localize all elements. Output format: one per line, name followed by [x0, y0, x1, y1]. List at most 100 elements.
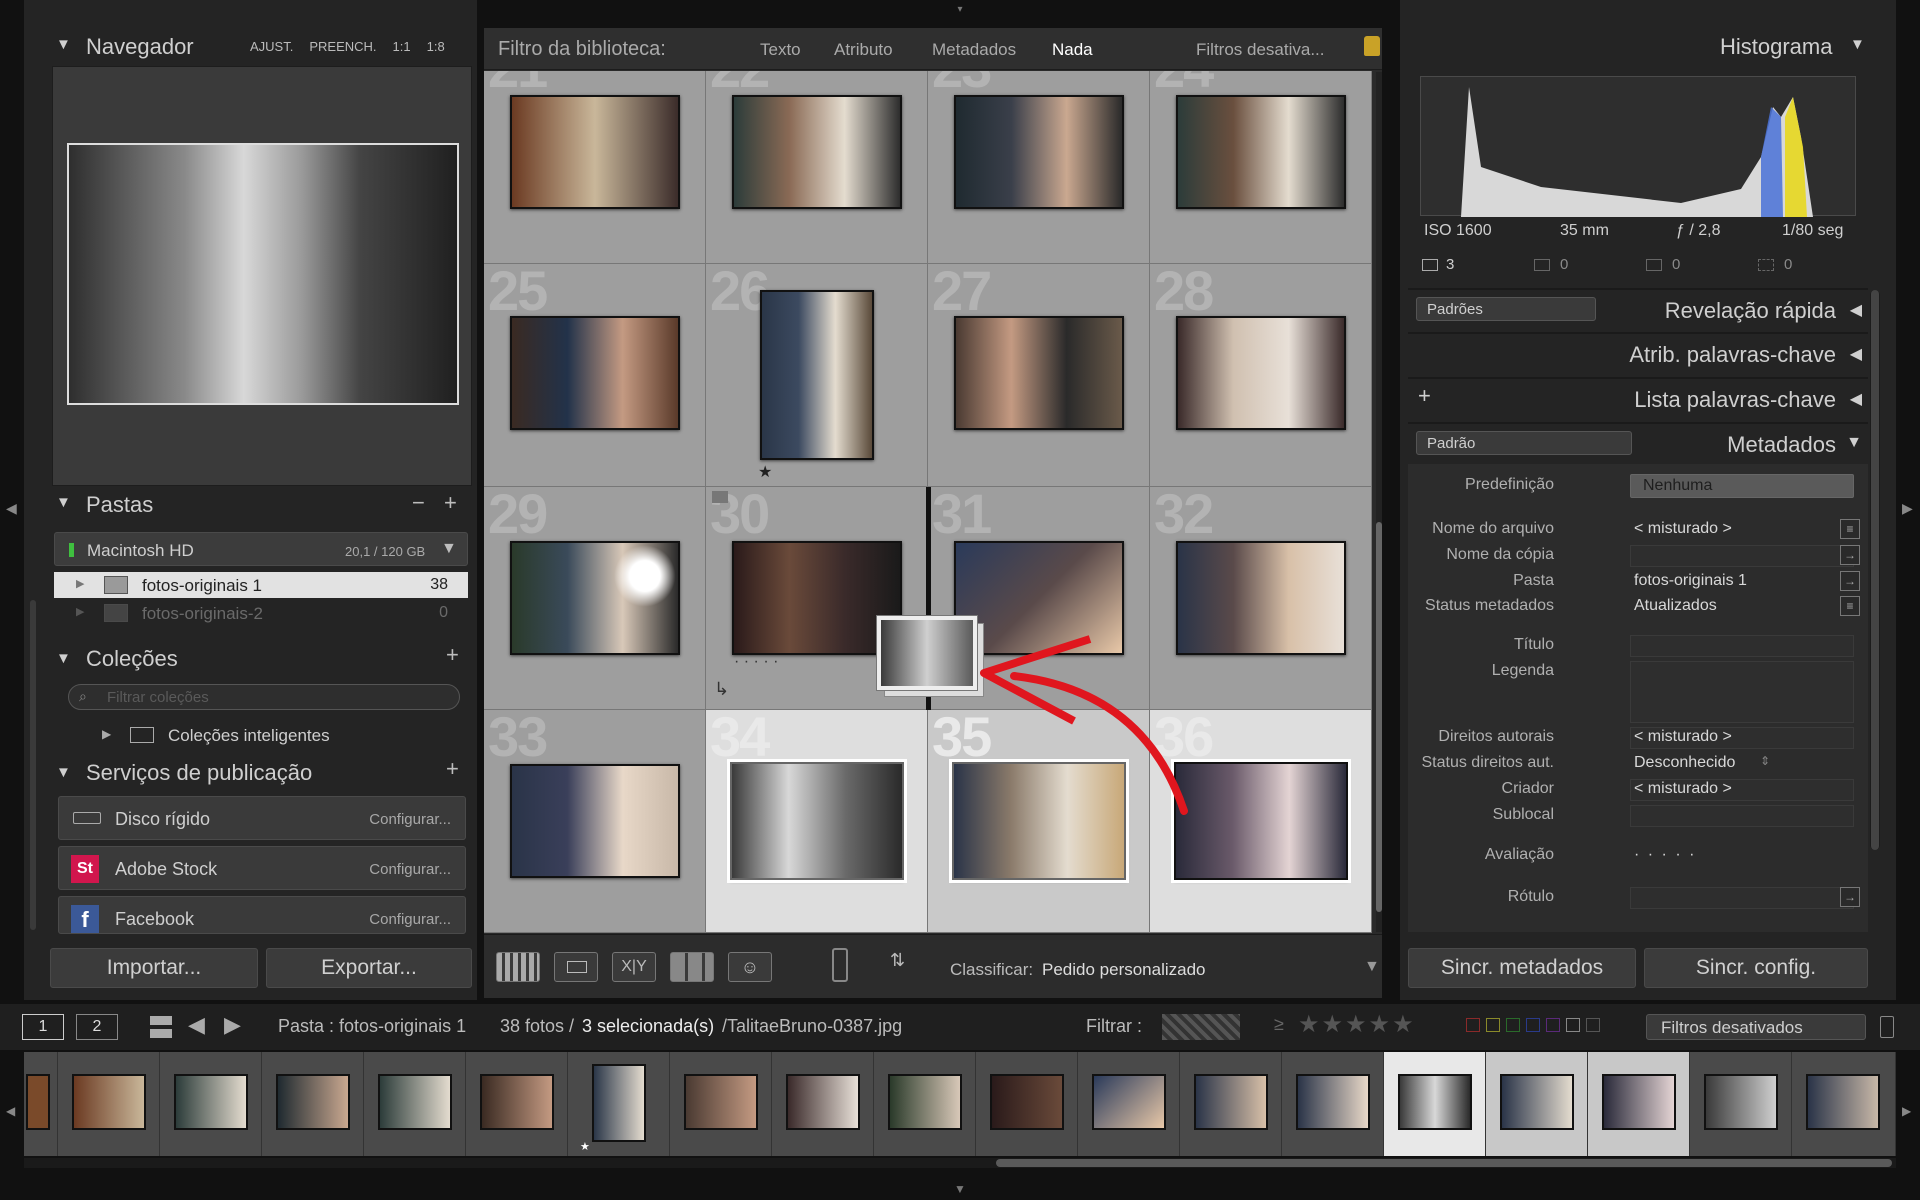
filmstrip-thumbnail[interactable]	[990, 1074, 1064, 1130]
publish-add-icon[interactable]: +	[446, 756, 459, 782]
publish-service-facebook[interactable]: f Facebook Configurar...	[58, 896, 466, 934]
color-label-filter-icons[interactable]	[1466, 1018, 1600, 1032]
right-panel-scrollbar[interactable]	[1870, 290, 1880, 850]
filmstrip-cell[interactable]	[262, 1052, 364, 1156]
caption-input[interactable]	[1630, 661, 1854, 723]
source-path[interactable]: Pasta : fotos-originais 1	[278, 1016, 466, 1037]
list-icon[interactable]: ≡	[1840, 519, 1860, 539]
filmstrip-cell[interactable]	[466, 1052, 568, 1156]
filmstrip-thumbnail[interactable]	[1704, 1074, 1778, 1130]
secondary-window-button[interactable]: 2	[76, 1014, 118, 1040]
red-label-icon[interactable]	[1466, 1018, 1480, 1032]
navigator-preview[interactable]	[52, 66, 472, 486]
filmstrip-thumbnail[interactable]	[786, 1074, 860, 1130]
publish-collapse-icon[interactable]: ▼	[56, 764, 71, 781]
publish-configure-link[interactable]: Configurar...	[369, 861, 451, 878]
filmstrip-cell[interactable]	[976, 1052, 1078, 1156]
star-filter-icons[interactable]: ★★★★★	[1298, 1010, 1416, 1039]
filmstrip-thumbnail[interactable]	[276, 1074, 350, 1130]
right-panel-toggle-icon[interactable]: ▶	[1902, 500, 1913, 517]
filmstrip-thumbnail[interactable]	[1398, 1074, 1472, 1130]
grid-toggle-icon[interactable]	[150, 1016, 172, 1038]
loupe-view-icon[interactable]	[554, 952, 598, 982]
quick-develop-preset[interactable]: Padrões	[1416, 297, 1596, 321]
volume-dropdown-icon[interactable]: ▼	[441, 540, 457, 558]
keywording-expand-icon[interactable]: ◀	[1850, 344, 1862, 364]
publish-configure-link[interactable]: Configurar...	[369, 811, 451, 828]
collection-item-smart[interactable]: ▶ Coleções inteligentes	[54, 722, 468, 748]
filmstrip-thumbnail[interactable]	[174, 1074, 248, 1130]
filmstrip-thumbnail[interactable]	[1602, 1074, 1676, 1130]
keyword-list-expand-icon[interactable]: ◀	[1850, 389, 1862, 409]
filmstrip-thumbnail[interactable]	[1092, 1074, 1166, 1130]
survey-view-icon[interactable]	[670, 952, 714, 982]
filter-lock-icon[interactable]	[1364, 36, 1380, 56]
metadata-header[interactable]: Padrão Metadados ▼	[1408, 422, 1868, 462]
filmstrip-cell[interactable]	[874, 1052, 976, 1156]
grid-view-icon[interactable]	[496, 952, 540, 982]
selected-filename-dropdown[interactable]: /TalitaeBruno-0387.jpg	[722, 1016, 902, 1037]
grid-scrollbar-thumb[interactable]	[1376, 522, 1382, 912]
collections-add-icon[interactable]: +	[446, 642, 459, 668]
arrow-icon[interactable]: →	[1840, 887, 1860, 907]
navigator-preview-image[interactable]	[67, 143, 459, 405]
custom-label-icon[interactable]	[1566, 1018, 1580, 1032]
filmstrip-right-arrow[interactable]: ▶	[1902, 1104, 1911, 1118]
sort-dropdown[interactable]: Pedido personalizado	[1042, 960, 1206, 980]
filter-tab-none[interactable]: Nada	[1052, 40, 1093, 60]
navigator-collapse-icon[interactable]: ▼	[56, 36, 71, 53]
metadata-value[interactable]: < misturado >	[1634, 520, 1732, 538]
filmstrip-cell[interactable]	[24, 1052, 58, 1156]
people-view-icon[interactable]: ☺	[728, 952, 772, 982]
keywording-header[interactable]: Atrib. palavras-chave ◀	[1408, 332, 1868, 372]
folder-item[interactable]: ▶ fotos-originais-2 0	[54, 600, 468, 626]
zoom-1-8[interactable]: 1:8	[427, 39, 445, 54]
filmstrip-cell[interactable]	[1792, 1052, 1896, 1156]
primary-window-button[interactable]: 1	[22, 1014, 64, 1040]
filmstrip-cell-selected[interactable]	[1384, 1052, 1486, 1156]
bottom-panel-toggle[interactable]: ▼	[950, 1182, 970, 1196]
filmstrip-thumbnail[interactable]	[1806, 1074, 1880, 1130]
left-panel-toggle-icon[interactable]: ◀	[6, 500, 17, 517]
keyword-list-header[interactable]: + Lista palavras-chave ◀	[1408, 377, 1868, 417]
top-panel-toggle[interactable]: ▾	[950, 4, 970, 15]
toolbar-menu-icon[interactable]: ▼	[1364, 958, 1380, 976]
folders-add-icon[interactable]: +	[444, 494, 457, 516]
folder-expand-icon[interactable]: ▶	[76, 577, 84, 590]
import-button[interactable]: Importar...	[50, 948, 258, 988]
zoom-fit[interactable]: AJUST.	[250, 39, 293, 54]
right-panel-scrollbar-thumb[interactable]	[1871, 290, 1879, 850]
filmstrip-thumbnail[interactable]	[888, 1074, 962, 1130]
filmstrip-cell[interactable]	[1078, 1052, 1180, 1156]
blue-label-icon[interactable]	[1526, 1018, 1540, 1032]
zoom-fill[interactable]: PREENCH.	[309, 39, 376, 54]
filmstrip-cell[interactable]	[364, 1052, 466, 1156]
left-panel-scrollbar[interactable]	[30, 600, 36, 930]
filmstrip-cell-selected[interactable]	[1486, 1052, 1588, 1156]
metadata-preset-select[interactable]: Nenhuma	[1630, 474, 1854, 498]
folder-item[interactable]: ▶ fotos-originais 1 38	[54, 572, 468, 598]
grid-scrollbar[interactable]	[1376, 72, 1382, 932]
folders-collapse-icon[interactable]: ▼	[56, 494, 71, 511]
copyright-status-stepper-icon[interactable]: ⇕	[1760, 754, 1770, 768]
volume-row[interactable]: Macintosh HD 20,1 / 120 GB ▼	[54, 532, 468, 566]
no-label-icon[interactable]	[1586, 1018, 1600, 1032]
arrow-icon[interactable]: →	[1840, 545, 1860, 565]
filter-tab-text[interactable]: Texto	[760, 40, 801, 60]
filmstrip-thumbnail[interactable]	[684, 1074, 758, 1130]
back-arrow-icon[interactable]: ◀	[188, 1012, 205, 1038]
metadata-preset[interactable]: Padrão	[1416, 431, 1632, 455]
filmstrip-cell[interactable]	[58, 1052, 160, 1156]
filmstrip-thumbnail[interactable]	[26, 1074, 50, 1130]
keyword-add-icon[interactable]: +	[1418, 383, 1431, 409]
filter-tab-attribute[interactable]: Atributo	[834, 40, 893, 60]
filmstrip-thumbnail[interactable]	[1194, 1074, 1268, 1130]
filmstrip-thumbnail[interactable]	[1500, 1074, 1574, 1130]
filmstrip-scrollbar[interactable]	[24, 1158, 1896, 1168]
label-input[interactable]	[1630, 887, 1854, 909]
purple-label-icon[interactable]	[1546, 1018, 1560, 1032]
filter-preset-select[interactable]: Filtros desativados	[1646, 1014, 1866, 1040]
filmstrip-cell[interactable]	[772, 1052, 874, 1156]
filter-lock-switch[interactable]	[1880, 1016, 1894, 1038]
filmstrip-thumbnail[interactable]	[480, 1074, 554, 1130]
